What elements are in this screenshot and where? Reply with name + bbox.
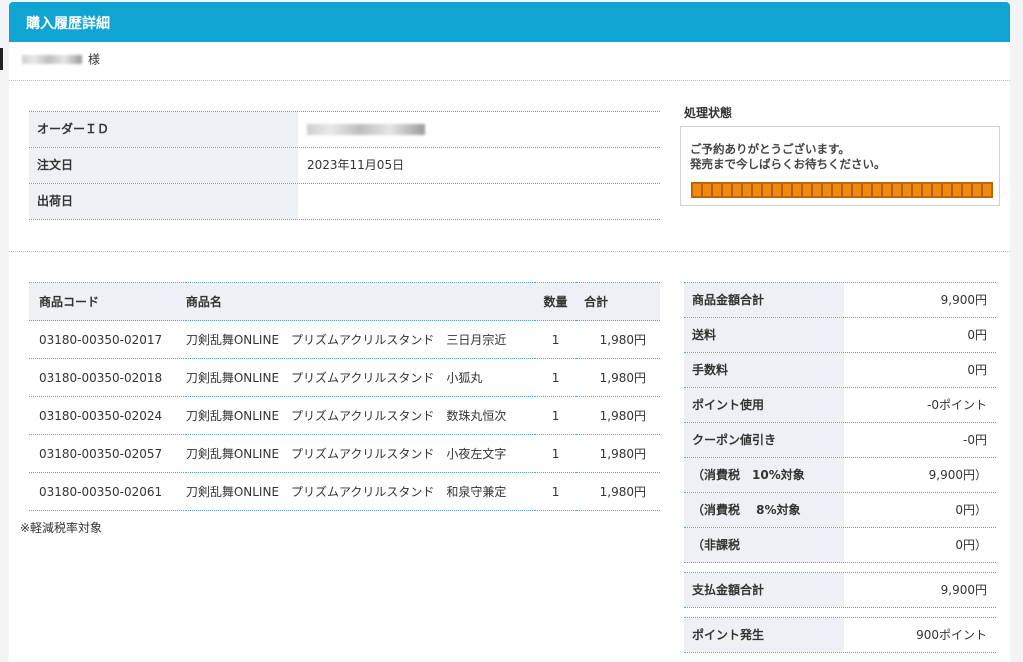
status-message: ご予約ありがとうございます。 発売まで今しばらくお待ちください。 <box>690 142 886 172</box>
order-id-row: オーダーＩＤ <box>29 112 660 148</box>
item-qty: 1 <box>534 320 577 359</box>
tax10-label: （消費税 10%対象 <box>684 458 844 492</box>
summary-row-tax10: （消費税 10%対象 9,900円） <box>684 458 996 493</box>
order-date-label: 注文日 <box>29 148 298 183</box>
shipping-label: 送料 <box>684 318 844 352</box>
summary-row-subtotal: 商品金額合計 9,900円 <box>684 282 996 318</box>
summary-gap <box>684 563 996 572</box>
item-qty: 1 <box>534 396 577 435</box>
item-name: 刀剣乱舞ONLINE プリズムアクリルスタンド 数珠丸恒次 <box>185 396 535 435</box>
item-code: 03180-00350-02024 <box>29 396 186 435</box>
item-name: 刀剣乱舞ONLINE プリズムアクリルスタンド 小狐丸 <box>185 358 535 397</box>
item-qty: 1 <box>534 358 577 397</box>
points-used-label: ポイント使用 <box>684 388 844 422</box>
col-code: 商品コード <box>29 282 186 321</box>
table-row: 03180-00350-02057 刀剣乱舞ONLINE プリズムアクリルスタン… <box>29 434 660 473</box>
ship-date-row: 出荷日 <box>29 184 660 220</box>
item-name: 刀剣乱舞ONLINE プリズムアクリルスタンド 和泉守兼定 <box>185 472 535 511</box>
payment-summary: 商品金額合計 9,900円 送料 0円 手数料 0円 ポイント使用 -0ポイント… <box>684 282 996 653</box>
coupon-label: クーポン値引き <box>684 423 844 457</box>
ship-date-label: 出荷日 <box>29 184 298 219</box>
status-box: ご予約ありがとうございます。 発売まで今しばらくお待ちください。 <box>680 126 1000 206</box>
col-total: 合計 <box>576 282 660 321</box>
status-progress-bar <box>691 182 993 198</box>
summary-row-tax8: （消費税 8%対象 0円） <box>684 493 996 528</box>
items-table: 商品コード 商品名 数量 合計 03180-00350-02017 刀剣乱舞ON… <box>29 282 660 511</box>
redacted-order-id <box>307 124 425 135</box>
item-code: 03180-00350-02017 <box>29 320 186 359</box>
order-info-table: オーダーＩＤ 注文日 2023年11月05日 出荷日 <box>29 111 660 220</box>
summary-row-nontax: （非課税 0円） <box>684 528 996 563</box>
honorific: 様 <box>88 52 101 67</box>
redacted-name <box>22 55 82 64</box>
tax8-value: 0円） <box>955 503 987 517</box>
table-row: 03180-00350-02024 刀剣乱舞ONLINE プリズムアクリルスタン… <box>29 396 660 435</box>
subtotal-value: 9,900円 <box>940 293 987 307</box>
summary-row-points-used: ポイント使用 -0ポイント <box>684 388 996 423</box>
items-header-row: 商品コード 商品名 数量 合計 <box>29 282 660 321</box>
left-marker <box>0 48 3 70</box>
fee-value: 0円 <box>967 363 987 377</box>
item-total: 1,980円 <box>576 472 660 511</box>
fee-label: 手数料 <box>684 353 844 387</box>
order-id-label: オーダーＩＤ <box>29 112 298 147</box>
status-line-2: 発売まで今しばらくお待ちください。 <box>690 157 886 171</box>
table-row: 03180-00350-02061 刀剣乱舞ONLINE プリズムアクリルスタン… <box>29 472 660 511</box>
item-name: 刀剣乱舞ONLINE プリズムアクリルスタンド 三日月宗近 <box>185 320 535 359</box>
progress-fill <box>693 184 991 196</box>
customer-name: 様 <box>22 51 100 67</box>
table-row: 03180-00350-02018 刀剣乱舞ONLINE プリズムアクリルスタン… <box>29 358 660 397</box>
item-code: 03180-00350-02057 <box>29 434 186 473</box>
col-name: 商品名 <box>185 282 535 321</box>
summary-row-pay-total: 支払金額合計 9,900円 <box>684 572 996 608</box>
points-earned-label: ポイント発生 <box>684 618 844 652</box>
divider <box>9 251 1010 252</box>
nontax-value: 0円） <box>955 538 987 552</box>
order-date-value: 2023年11月05日 <box>307 158 405 172</box>
pay-total-label: 支払金額合計 <box>684 573 844 607</box>
points-earned-value: 900ポイント <box>916 628 987 642</box>
status-title: 処理状態 <box>684 106 733 120</box>
reduced-tax-note: ※軽減税率対象 <box>20 521 103 535</box>
summary-row-coupon: クーポン値引き -0円 <box>684 423 996 458</box>
item-total: 1,980円 <box>576 358 660 397</box>
summary-row-points-earned: ポイント発生 900ポイント <box>684 617 996 653</box>
ship-date-value <box>298 184 660 219</box>
divider <box>9 80 1010 81</box>
item-code: 03180-00350-02061 <box>29 472 186 511</box>
summary-gap <box>684 608 996 617</box>
item-total: 1,980円 <box>576 396 660 435</box>
tax10-value: 9,900円） <box>928 468 987 482</box>
summary-row-fee: 手数料 0円 <box>684 353 996 388</box>
item-code: 03180-00350-02018 <box>29 358 186 397</box>
col-qty: 数量 <box>534 282 577 321</box>
item-qty: 1 <box>534 434 577 473</box>
table-row: 03180-00350-02017 刀剣乱舞ONLINE プリズムアクリルスタン… <box>29 320 660 359</box>
page-title: 購入履歴詳細 <box>26 16 110 32</box>
coupon-value: -0円 <box>963 433 987 447</box>
subtotal-label: 商品金額合計 <box>684 283 844 317</box>
item-total: 1,980円 <box>576 320 660 359</box>
tax8-label: （消費税 8%対象 <box>684 493 844 527</box>
page-header: 購入履歴詳細 <box>9 2 1010 42</box>
order-date-row: 注文日 2023年11月05日 <box>29 148 660 184</box>
shipping-value: 0円 <box>967 328 987 342</box>
item-name: 刀剣乱舞ONLINE プリズムアクリルスタンド 小夜左文字 <box>185 434 535 473</box>
nontax-label: （非課税 <box>684 528 844 562</box>
item-total: 1,980円 <box>576 434 660 473</box>
status-line-1: ご予約ありがとうございます。 <box>690 142 850 156</box>
pay-total-value: 9,900円 <box>940 583 987 597</box>
item-qty: 1 <box>534 472 577 511</box>
order-id-value <box>298 112 660 147</box>
summary-row-shipping: 送料 0円 <box>684 318 996 353</box>
points-used-value: -0ポイント <box>927 398 987 412</box>
